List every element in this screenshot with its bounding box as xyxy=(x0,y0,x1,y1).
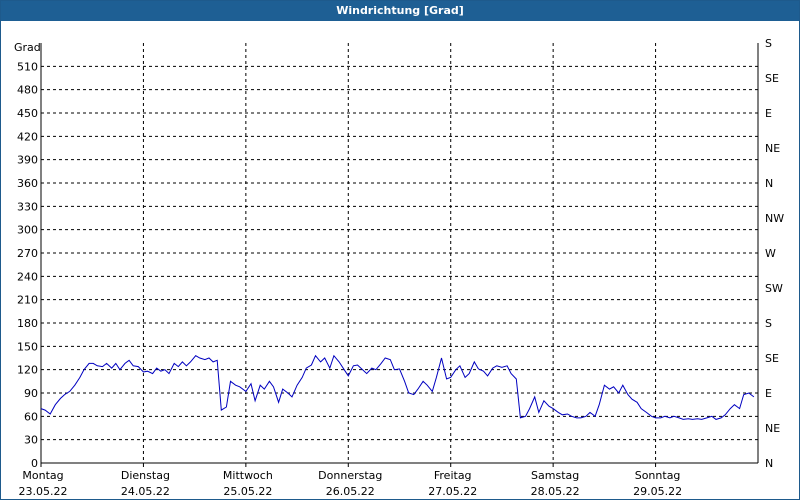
series xyxy=(40,354,755,420)
right-tick-label: SW xyxy=(765,282,783,295)
y-tick-label: 180 xyxy=(17,317,38,330)
x-tick-date: 26.05.22 xyxy=(326,485,375,498)
y-tick-label: 420 xyxy=(17,130,38,143)
y-tick-label: 330 xyxy=(17,200,38,213)
right-tick-label: E xyxy=(765,107,772,120)
y-tick-label: 510 xyxy=(17,60,38,73)
y-tick-label: 360 xyxy=(17,177,38,190)
right-tick-label: SE xyxy=(765,72,779,85)
x-tick-date: 29.05.22 xyxy=(633,485,682,498)
right-tick-label: N xyxy=(765,457,773,470)
x-tick-day: Samstag xyxy=(531,469,579,482)
x-tick-day: Donnerstag xyxy=(318,469,382,482)
right-tick-label: W xyxy=(765,247,776,260)
right-tick-label: SE xyxy=(765,352,779,365)
y-tick-label: 300 xyxy=(17,224,38,237)
y-tick-label: 450 xyxy=(17,107,38,120)
x-tick-day: Montag xyxy=(22,469,63,482)
x-tick-day: Dienstag xyxy=(121,469,170,482)
x-tick-date: 28.05.22 xyxy=(531,485,580,498)
right-tick-label: N xyxy=(765,177,773,190)
y-tick-label: 240 xyxy=(17,270,38,283)
tick-labels: 0306090120150180210240270300330360390420… xyxy=(14,37,784,498)
grid xyxy=(41,43,758,463)
x-tick-day: Freitag xyxy=(434,469,472,482)
right-tick-label: NE xyxy=(765,422,780,435)
y-tick-label: 480 xyxy=(17,84,38,97)
chart-title: Windrichtung [Grad] xyxy=(1,1,799,21)
y-tick-label: 150 xyxy=(17,340,38,353)
y-tick-label: 390 xyxy=(17,154,38,167)
x-tick-day: Sonntag xyxy=(635,469,681,482)
right-tick-label: NE xyxy=(765,142,780,155)
right-tick-label: S xyxy=(765,317,772,330)
axes xyxy=(40,43,759,467)
right-tick-label: E xyxy=(765,387,772,400)
x-tick-date: 24.05.22 xyxy=(121,485,170,498)
y-tick-label: 60 xyxy=(24,410,38,423)
right-tick-label: S xyxy=(765,37,772,50)
chart-window: Windrichtung [Grad] 0 30 60 90 120 150 180 210 2… xyxy=(0,0,800,500)
x-tick-date: 23.05.22 xyxy=(19,485,68,498)
x-tick-day: Mittwoch xyxy=(223,469,273,482)
x-tick-date: 27.05.22 xyxy=(428,485,477,498)
y-tick-label: 120 xyxy=(17,364,38,377)
y-tick-label: 210 xyxy=(17,294,38,307)
x-tick-date: 25.05.22 xyxy=(223,485,272,498)
wind-direction-chart: 0306090120150180210240270300330360390420… xyxy=(14,37,784,498)
y-tick-label: 270 xyxy=(17,247,38,260)
right-tick-label: NW xyxy=(765,212,784,225)
y-tick-label: 30 xyxy=(24,434,38,447)
y-axis-label: Grad xyxy=(14,41,41,54)
series-line xyxy=(40,354,755,420)
y-tick-label: 90 xyxy=(24,387,38,400)
